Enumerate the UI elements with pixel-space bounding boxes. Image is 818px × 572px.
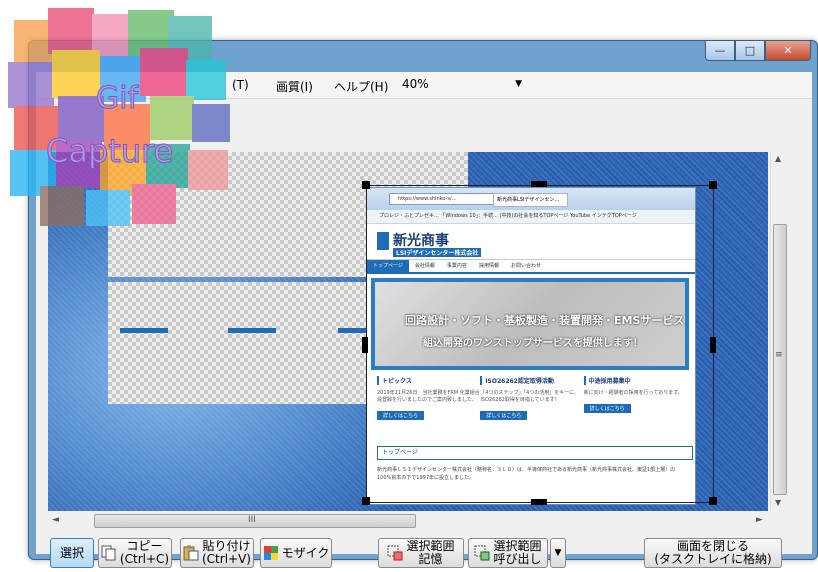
transparent-region-middle (108, 282, 378, 404)
close-screen-button[interactable]: 画面を閉じる (タスクトレイに格納) (644, 538, 782, 568)
zoom-value: 40% (402, 77, 429, 91)
copy-button[interactable]: コピー (Ctrl+C) (98, 538, 172, 568)
close-screen-label: 画面を閉じる (676, 539, 749, 553)
resize-handle-left[interactable] (362, 337, 368, 353)
background-strip (120, 328, 168, 333)
scroll-grip-icon: III (248, 515, 256, 525)
remember-selection-icon (387, 545, 403, 561)
scroll-grip-icon: ≡ (775, 350, 783, 360)
logo-text-capture: Capture (46, 132, 173, 170)
close-screen-sublabel: (タスクトレイに格納) (654, 552, 772, 566)
select-label: 選択 (59, 545, 84, 560)
remember-selection-button[interactable]: 選択範囲 記憶 (378, 538, 464, 568)
remember-label-2: 記憶 (418, 552, 443, 566)
scroll-up-icon[interactable]: ▲ (775, 154, 781, 163)
resize-handle-top-left[interactable] (362, 181, 370, 189)
chevron-down-icon: ▼ (515, 79, 522, 89)
resize-handle-bottom-right[interactable] (709, 497, 717, 505)
resize-handle-bottom[interactable] (531, 499, 547, 505)
paste-button[interactable]: 貼り付け (Ctrl+V) (180, 538, 254, 568)
close-button[interactable]: ✕ (765, 41, 811, 61)
recall-selection-icon (474, 545, 490, 561)
paste-icon (183, 545, 199, 561)
button-bar: 選択 コピー (Ctrl+C) 貼り付け (Ctrl+V) モザイク 選択範囲 記憶 … (36, 532, 812, 572)
scroll-down-icon[interactable]: ▼ (775, 498, 781, 507)
recall-dropdown-button[interactable]: ▼ (550, 538, 566, 568)
recall-selection-button[interactable]: 選択範囲 呼び出し (468, 538, 548, 568)
gif-capture-logo: Gif Capture (8, 8, 230, 226)
menu-help[interactable]: ヘルプ(H) (334, 78, 388, 95)
resize-handle-right[interactable] (710, 337, 716, 353)
menu-quality[interactable]: 画質(I) (276, 78, 313, 95)
paste-label: 貼り付け (202, 539, 251, 553)
resize-handle-top-right[interactable] (709, 181, 717, 189)
chevron-down-icon: ▼ (554, 547, 562, 558)
mosaic-label: モザイク (281, 545, 330, 560)
paste-shortcut: (Ctrl+V) (202, 552, 251, 566)
zoom-select[interactable]: 40% ▼ (398, 76, 526, 93)
copy-shortcut: (Ctrl+C) (119, 552, 170, 566)
resize-handle-bottom-left[interactable] (362, 497, 370, 505)
select-button[interactable]: 選択 (50, 538, 94, 568)
recall-label-1: 選択範囲 (493, 539, 542, 553)
resize-handle-top[interactable] (531, 181, 547, 187)
mosaic-icon (263, 546, 278, 560)
remember-label-1: 選択範囲 (406, 539, 455, 553)
scroll-right-icon[interactable]: ► (756, 515, 763, 525)
maximize-button[interactable]: □ (735, 41, 765, 61)
caption-buttons: — □ ✕ (705, 41, 811, 61)
recall-label-2: 呼び出し (493, 552, 542, 566)
selection-rectangle[interactable] (366, 185, 714, 503)
scroll-left-icon[interactable]: ◄ (52, 515, 59, 525)
vertical-scrollbar[interactable]: ▲ ≡ ▼ (770, 152, 788, 511)
copy-icon (101, 545, 116, 561)
background-strip (228, 328, 276, 333)
horizontal-scrollbar[interactable]: ◄ III ► (48, 512, 768, 529)
minimize-button[interactable]: — (705, 41, 735, 61)
copy-label: コピー (126, 539, 163, 553)
mosaic-button[interactable]: モザイク (260, 538, 332, 568)
logo-text-gif: Gif (96, 81, 140, 116)
